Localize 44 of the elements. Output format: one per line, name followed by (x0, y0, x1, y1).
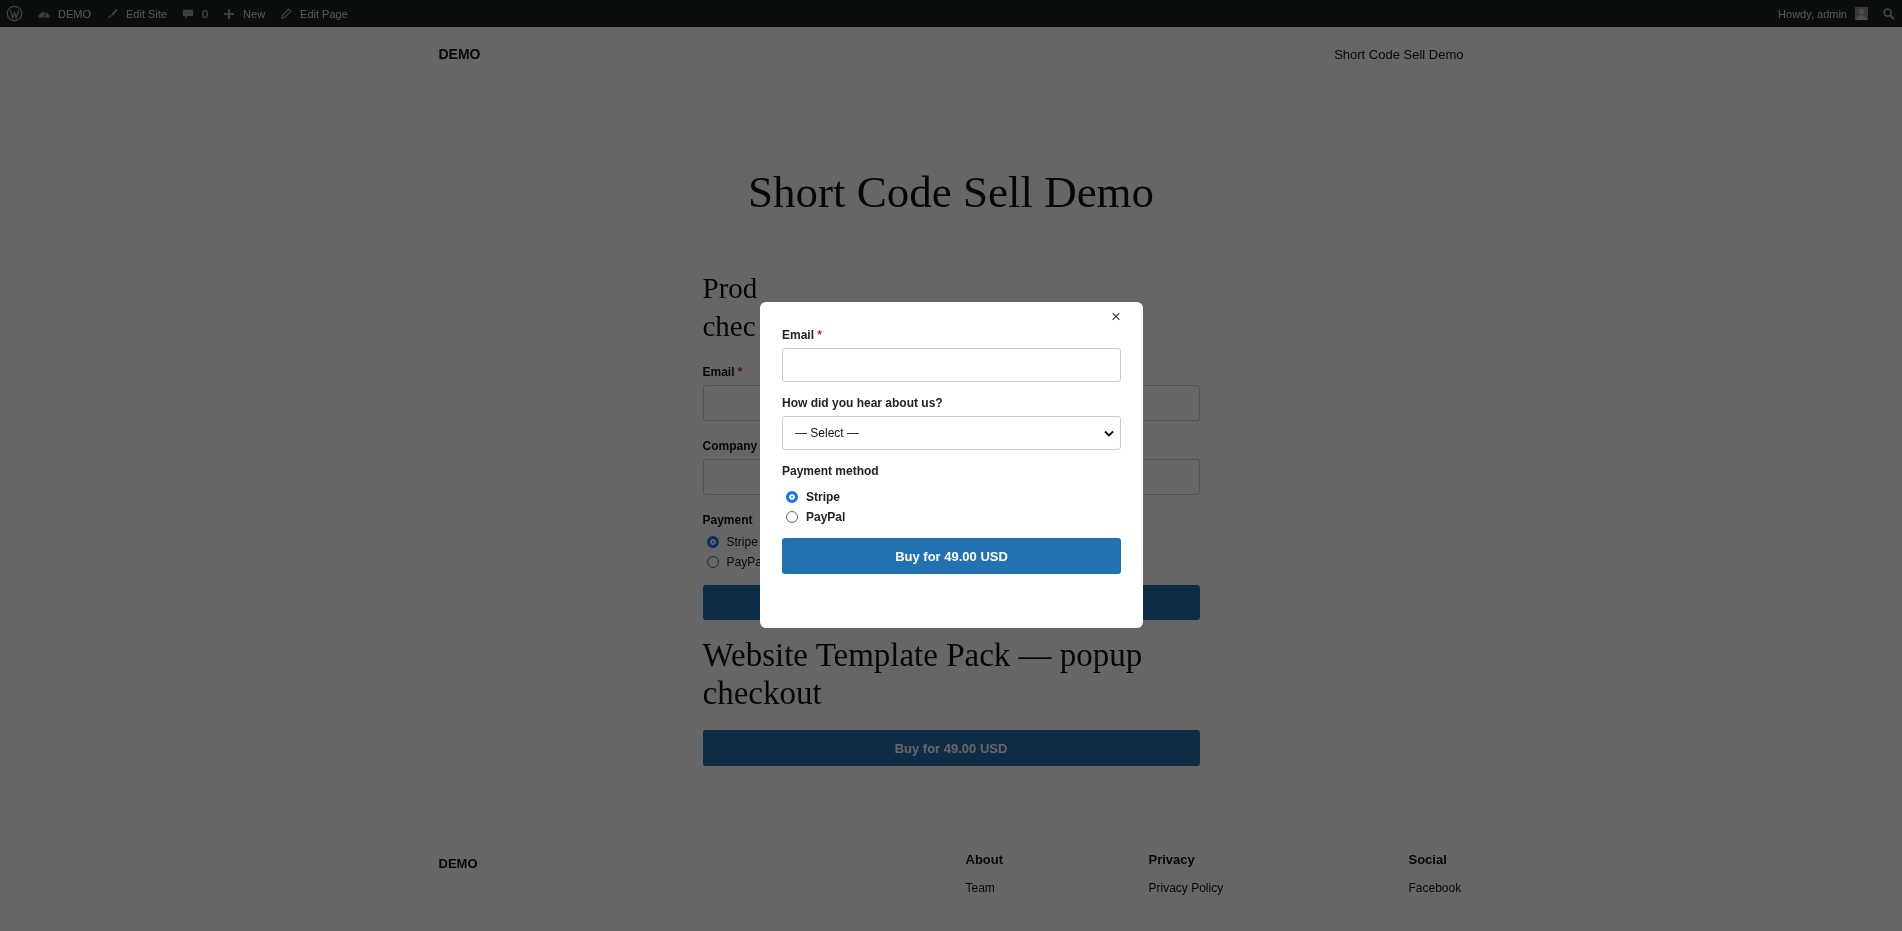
product-heading: Website Template Pack — popup checkout (702, 636, 1144, 712)
buy-button[interactable]: Buy for 49.00 USD (782, 538, 1121, 574)
radio-label: Stripe (726, 535, 758, 549)
field-label: Company (702, 439, 758, 453)
footer-site-title[interactable]: DEMO (438, 856, 478, 871)
footer-link[interactable]: Team (965, 881, 1149, 895)
chevron-down-icon (1104, 429, 1114, 437)
radio-button[interactable] (706, 536, 719, 548)
radio-button[interactable] (786, 491, 798, 503)
field-label: Payment (702, 513, 753, 527)
radio-button[interactable] (786, 511, 798, 523)
close-button[interactable]: × (1107, 308, 1121, 326)
field-label: Email * (782, 328, 823, 342)
admin-bar-link[interactable]: 0 (180, 6, 209, 21)
nav-link[interactable]: Short Code Sell Demo (1334, 46, 1464, 62)
admin-bar-link[interactable]: Edit Site (105, 6, 167, 21)
radio-label: PayPal (806, 510, 846, 524)
wp-logo-icon[interactable] (6, 5, 23, 22)
search-icon[interactable] (1882, 6, 1896, 21)
footer-heading: About (965, 852, 1005, 867)
pencil-icon (279, 6, 294, 21)
plus-icon (222, 6, 237, 21)
footer-heading: Social (1408, 852, 1448, 867)
email-input[interactable] (782, 348, 1121, 382)
radio-button[interactable] (706, 556, 719, 568)
footer-link[interactable]: Privacy Policy (1148, 881, 1409, 895)
brush-icon (105, 6, 119, 21)
product-heading-fragment: Prod (702, 271, 758, 306)
admin-bar-link[interactable]: Edit Page (279, 6, 348, 21)
page-title: Short Code Sell Demo (747, 170, 1155, 215)
admin-bar-link[interactable]: DEMO (37, 6, 91, 21)
account-link[interactable]: Howdy, admin (1778, 6, 1847, 21)
footer-heading: Privacy (1148, 852, 1196, 867)
field-label: How did you hear about us? (782, 396, 943, 410)
admin-bar-link[interactable]: New (222, 6, 266, 21)
site-title[interactable]: DEMO (438, 46, 481, 62)
buy-button[interactable]: Buy for 49.00 USD (702, 730, 1200, 766)
referral-select[interactable]: — Select — (782, 416, 1121, 450)
footer-link[interactable]: Facebook (1408, 881, 1462, 895)
avatar-icon[interactable] (1855, 7, 1868, 20)
radio-label: Stripe (806, 490, 840, 504)
field-label: Payment method (782, 464, 879, 478)
product-heading-fragment: chec (702, 309, 756, 344)
field-label: Email * (702, 365, 743, 379)
